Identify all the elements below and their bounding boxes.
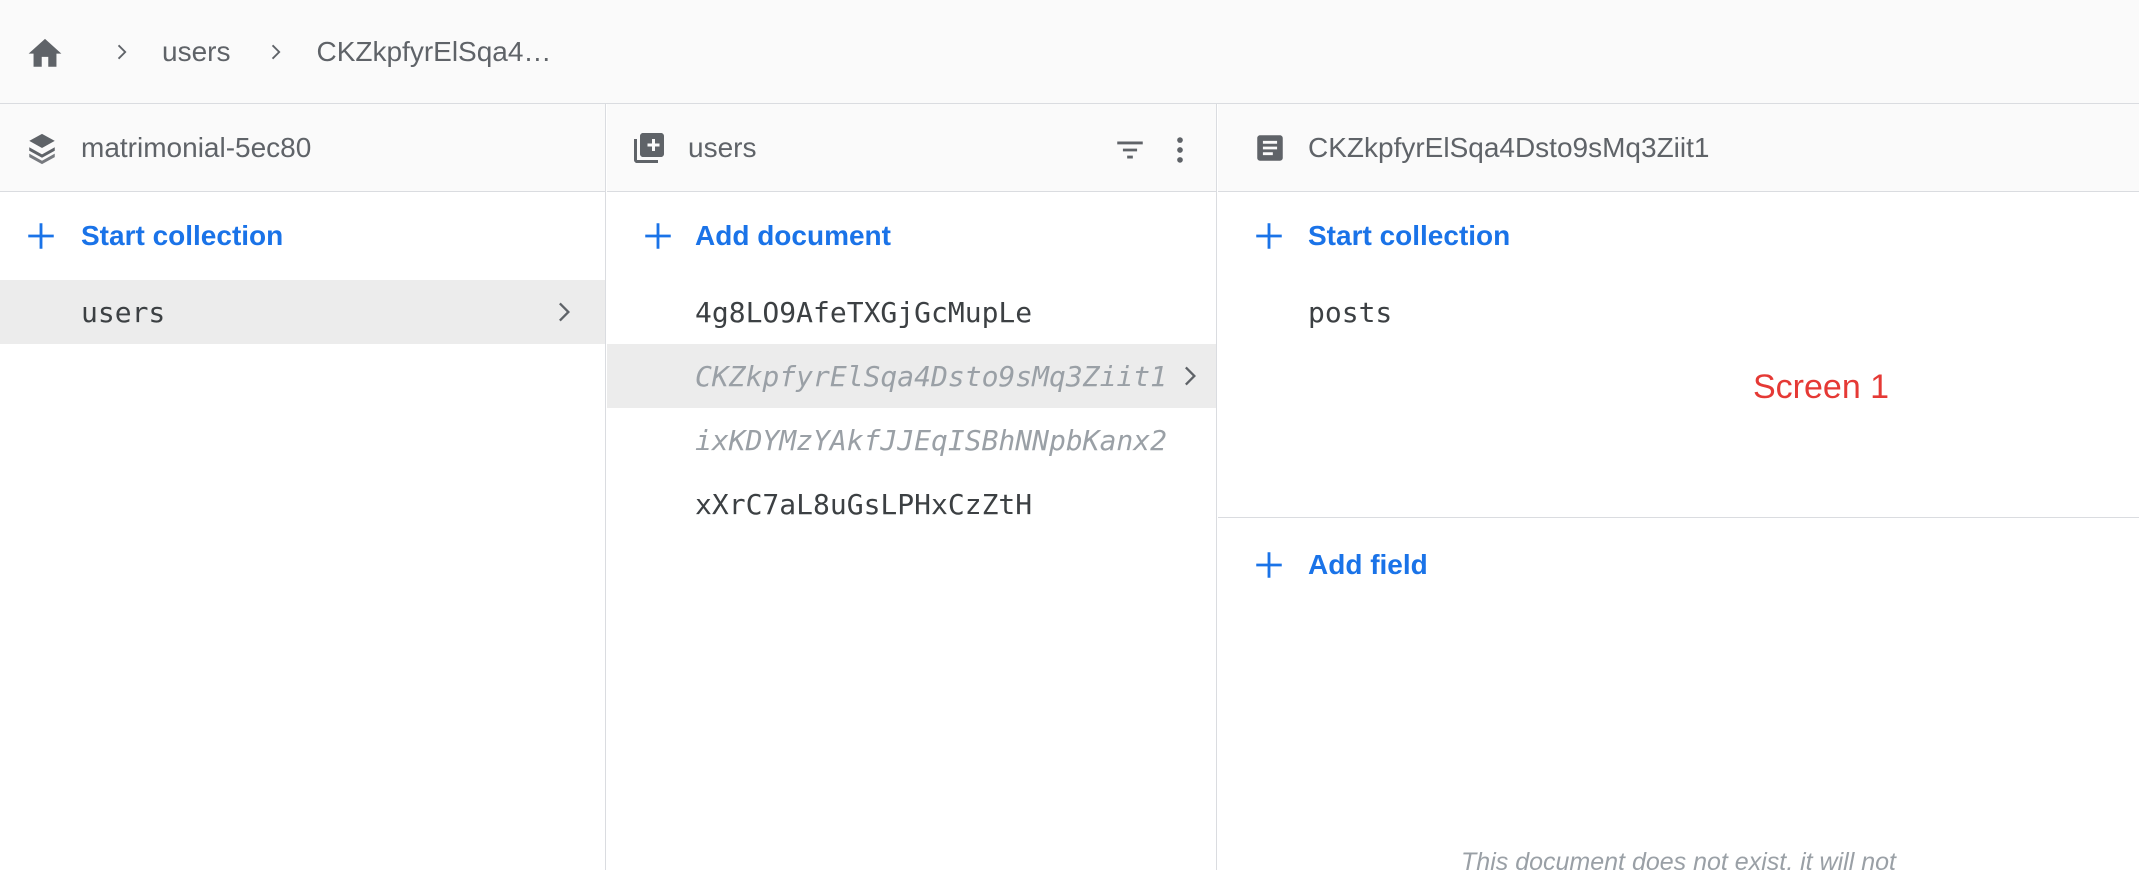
- add-field-button[interactable]: Add field: [1218, 521, 2139, 609]
- document-id: 4g8LO9AfeTXGjGcMupLe: [695, 295, 1033, 329]
- collection-panel-title: users: [688, 131, 757, 163]
- collection-icon: [631, 130, 667, 166]
- plus-icon: [639, 217, 677, 255]
- home-icon[interactable]: [24, 31, 66, 73]
- start-collection-label: Start collection: [1308, 220, 1511, 251]
- document-item[interactable]: 4g8LO9AfeTXGjGcMupLe: [607, 280, 1216, 344]
- subcollection-item-posts[interactable]: posts: [1218, 280, 2139, 344]
- missing-document-notice: This document does not exist, it will no…: [1461, 848, 1896, 870]
- plus-icon: [1250, 217, 1288, 255]
- subcollections-section: Start collection posts Screen 1: [1218, 192, 2139, 518]
- plus-icon: [22, 217, 60, 255]
- list-item-label: users: [81, 295, 166, 329]
- breadcrumb-item-users[interactable]: users: [162, 36, 230, 68]
- root-panel-header: matrimonial-5ec80: [0, 104, 605, 192]
- start-collection-label: Start collection: [81, 220, 284, 251]
- collection-panel-header: users: [607, 104, 1216, 192]
- collection-header-tools: [1112, 132, 1198, 168]
- document-panel-header: CKZkpfyrElSqa4Dsto9sMq3Ziit1: [1218, 104, 2139, 192]
- breadcrumb-item-document[interactable]: CKZkpfyrElSqa4…: [316, 36, 551, 68]
- add-field-label: Add field: [1308, 549, 1428, 580]
- chevron-right-icon: [106, 37, 136, 67]
- add-document-label: Add document: [695, 220, 891, 251]
- add-document-button[interactable]: Add document: [607, 192, 1216, 280]
- document-id: ixKDYMzYAkfJJEqISBhNNpbKanx2: [695, 423, 1168, 457]
- chevron-right-icon: [547, 296, 579, 328]
- document-item-selected[interactable]: CKZkpfyrElSqa4Dsto9sMq3Ziit1: [607, 344, 1216, 408]
- document-id: xXrC7aL8uGsLPHxCzZtH: [695, 487, 1033, 521]
- document-panel: CKZkpfyrElSqa4Dsto9sMq3Ziit1 Start colle…: [1218, 104, 2139, 870]
- document-item[interactable]: ixKDYMzYAkfJJEqISBhNNpbKanx2: [607, 408, 1216, 472]
- start-collection-button[interactable]: Start collection: [1218, 192, 2139, 280]
- plus-icon: [1250, 546, 1288, 584]
- collection-item-users[interactable]: users: [0, 280, 605, 344]
- breadcrumb: users CKZkpfyrElSqa4…: [0, 0, 2139, 104]
- start-collection-button[interactable]: Start collection: [0, 192, 605, 280]
- root-panel-title: matrimonial-5ec80: [81, 131, 312, 163]
- subcollection-label: posts: [1308, 295, 1393, 329]
- database-stack-icon: [24, 130, 60, 166]
- filter-icon[interactable]: [1112, 132, 1148, 168]
- document-id: CKZkpfyrElSqa4Dsto9sMq3Ziit1: [695, 359, 1168, 393]
- document-item[interactable]: xXrC7aL8uGsLPHxCzZtH: [607, 472, 1216, 536]
- document-panel-title: CKZkpfyrElSqa4Dsto9sMq3Ziit1: [1308, 131, 1710, 163]
- chevron-right-icon: [260, 37, 290, 67]
- chevron-right-icon: [1173, 360, 1205, 392]
- collection-panel: users Add document 4g8LO9AfeTXGjGcMupLe …: [607, 104, 1217, 870]
- more-vert-icon[interactable]: [1162, 132, 1198, 168]
- root-panel: matrimonial-5ec80 Start collection users: [0, 104, 606, 870]
- annotation-label: Screen 1: [1753, 368, 1890, 406]
- document-icon: [1252, 130, 1288, 166]
